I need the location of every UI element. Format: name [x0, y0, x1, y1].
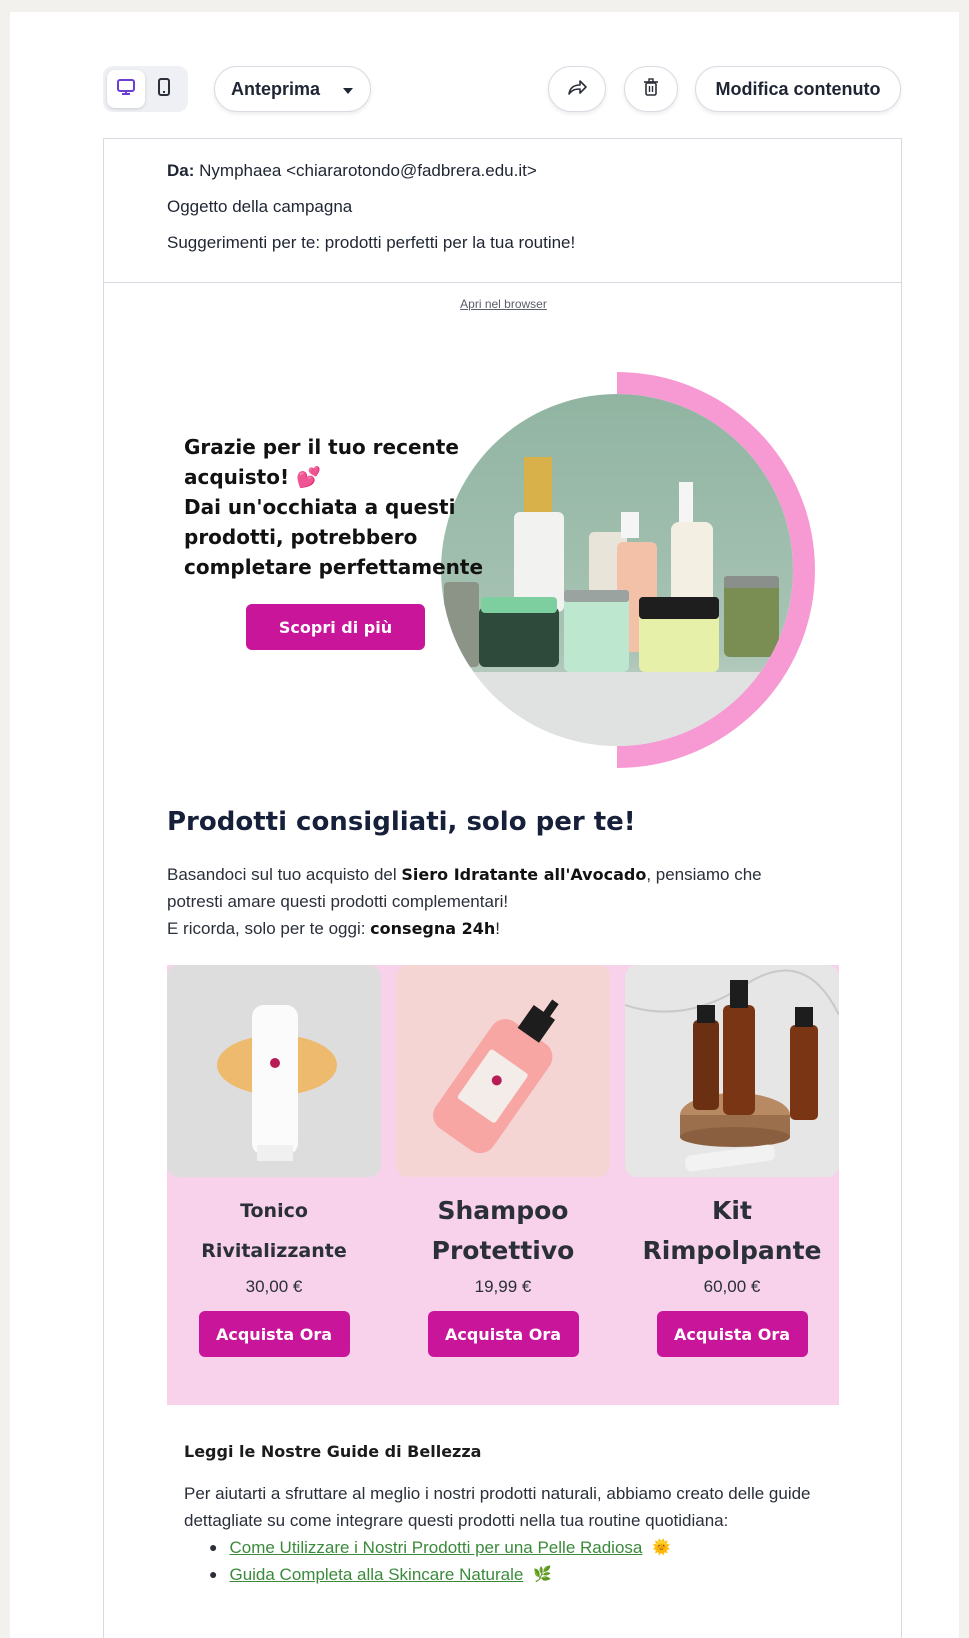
guides-title: Leggi le Nostre Guide di Bellezza: [184, 1442, 482, 1461]
herb-icon: 🌿: [533, 1566, 553, 1583]
product-image-toner[interactable]: [167, 965, 381, 1177]
product-name: Kit Rimpolpante: [642, 1196, 822, 1265]
mobile-view-button[interactable]: [145, 70, 183, 108]
discover-more-button[interactable]: Scopri di più: [246, 604, 425, 650]
buy-now-button[interactable]: Acquista Ora: [427, 1311, 579, 1357]
open-in-browser-link[interactable]: Apri nel browser: [104, 297, 903, 311]
recommended-body-prefix: Basandoci sul tuo acquisto del: [167, 865, 402, 884]
buy-now-button[interactable]: Acquista Ora: [656, 1311, 808, 1357]
delivery-highlight: consegna 24h: [370, 919, 496, 938]
preview-label: Anteprima: [231, 78, 321, 99]
bullet-icon: ●: [209, 1539, 218, 1555]
from-value: Nymphaea <chiararotondo@fadbrera.edu.it>: [199, 161, 537, 180]
edit-content-label: Modifica contenuto: [715, 78, 881, 99]
list-item: ● Come Utilizzare i Nostri Prodotti per …: [209, 1534, 671, 1561]
product-image-kit[interactable]: [625, 965, 839, 1177]
desktop-view-button[interactable]: [107, 70, 145, 108]
product-grid: Tonico Rivitalizzante 30,00 € Acquista O…: [167, 965, 839, 1405]
recommended-title: Prodotti consigliati, solo per te!: [167, 807, 636, 837]
list-item: ● Guida Completa alla Skincare Naturale …: [209, 1561, 671, 1588]
email-preview: Da: Nymphaea <chiararotondo@fadbrera.edu…: [103, 138, 902, 1638]
mobile-icon: [156, 77, 172, 102]
desktop-icon: [116, 77, 136, 102]
from-row: Da: Nymphaea <chiararotondo@fadbrera.edu…: [167, 159, 901, 195]
subject-value: Suggerimenti per te: prodotti perfetti p…: [167, 233, 576, 252]
bullet-icon: ●: [209, 1566, 218, 1582]
product-price: 30,00 €: [245, 1277, 303, 1296]
recommended-line2-prefix: E ricorda, solo per te oggi:: [167, 919, 371, 938]
guides-list: ● Come Utilizzare i Nostri Prodotti per …: [209, 1534, 671, 1588]
sun-icon: 🌞: [652, 1539, 672, 1556]
product-card: Shampoo Protettivo 19,99 € Acquista Ora: [396, 965, 610, 1405]
preview-dropdown[interactable]: Anteprima: [214, 66, 371, 112]
hero-line1: Grazie per il tuo recente acquisto!: [184, 435, 459, 489]
guide-link-radiant-skin[interactable]: Come Utilizzare i Nostri Prodotti per un…: [229, 1534, 642, 1561]
share-icon: [566, 77, 588, 102]
caret-down-icon: [342, 79, 354, 100]
trash-icon: [642, 77, 660, 102]
product-name: Tonico Rivitalizzante: [201, 1200, 347, 1262]
delete-button[interactable]: [624, 66, 678, 112]
product-card: Tonico Rivitalizzante 30,00 € Acquista O…: [167, 965, 381, 1405]
share-button[interactable]: [548, 66, 606, 112]
guides-body: Per aiutarti a sfruttare al meglio i nos…: [184, 1484, 811, 1530]
hero-image: [439, 372, 839, 772]
product-name: Shampoo Protettivo: [431, 1196, 575, 1265]
product-card: Kit Rimpolpante 60,00 € Acquista Ora: [625, 965, 839, 1405]
email-header: Da: Nymphaea <chiararotondo@fadbrera.edu…: [104, 139, 901, 283]
product-image-shampoo[interactable]: [396, 965, 610, 1177]
product-price: 60,00 €: [703, 1277, 761, 1296]
device-toggle: [103, 66, 188, 112]
from-label: Da:: [167, 161, 195, 180]
product-price: 19,99 €: [474, 1277, 532, 1296]
guide-link-natural-skincare[interactable]: Guida Completa alla Skincare Naturale: [229, 1561, 523, 1588]
recommended-body: Basandoci sul tuo acquisto del Siero Idr…: [167, 861, 807, 942]
buy-now-button[interactable]: Acquista Ora: [198, 1311, 350, 1357]
hero-line2: Dai un'occhiata a questi prodotti, potre…: [184, 495, 484, 579]
edit-content-button[interactable]: Modifica contenuto: [695, 66, 901, 112]
hero-message: Grazie per il tuo recente acquisto! 💕 Da…: [184, 432, 484, 582]
recommended-line2-suffix: !: [495, 919, 501, 938]
subject-label: Oggetto della campagna: [167, 197, 353, 216]
purchased-product-name: Siero Idratante all'Avocado: [401, 865, 647, 884]
heart-icon: 💕: [296, 465, 321, 489]
